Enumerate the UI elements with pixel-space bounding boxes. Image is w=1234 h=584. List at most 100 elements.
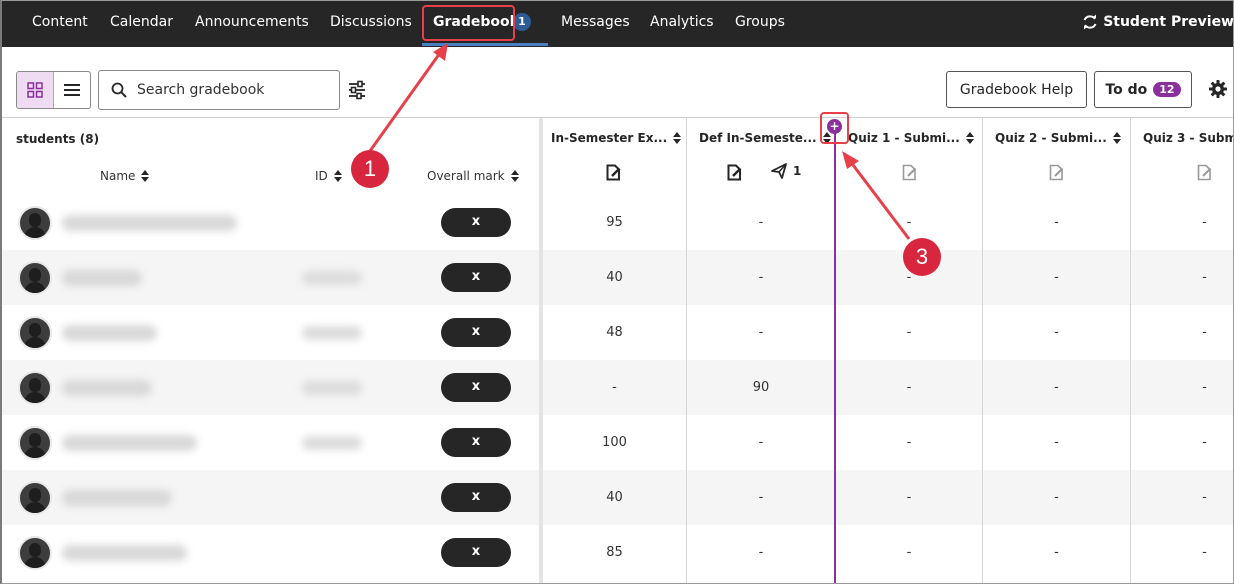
grade-cell[interactable]: 40 (543, 470, 686, 525)
grade-cell[interactable]: - (983, 250, 1130, 305)
callout-step-1: 1 (351, 150, 389, 188)
overall-mark-pill[interactable]: x (441, 263, 511, 292)
sort-by-overall-header[interactable]: Overall mark (427, 169, 519, 183)
grade-cell[interactable]: 85 (543, 525, 686, 580)
students-count-label: students (8) (16, 132, 100, 146)
grade-cell[interactable]: - (687, 525, 835, 580)
sort-icon (333, 170, 342, 182)
tab-groups[interactable]: Groups (735, 14, 785, 30)
tab-announcements[interactable]: Announcements (195, 14, 309, 30)
posted-grades-indicator[interactable]: 1 (771, 163, 801, 179)
sort-by-name-header[interactable]: Name (100, 169, 150, 183)
overall-mark-pill[interactable]: x (441, 428, 511, 457)
table-row[interactable]: x 85 - - - - (2, 525, 1233, 580)
redacted-student-id (302, 381, 362, 395)
grade-cell[interactable]: - (1131, 415, 1233, 470)
grade-cell[interactable]: - (687, 470, 835, 525)
assignment-icon (1197, 164, 1212, 181)
tab-content[interactable]: Content (32, 14, 88, 30)
grade-cell[interactable]: - (1131, 470, 1233, 525)
redacted-student-name (62, 380, 152, 396)
grade-cell[interactable]: - (983, 470, 1130, 525)
tab-discussions[interactable]: Discussions (330, 14, 412, 30)
grade-cell[interactable]: 90 (687, 360, 835, 415)
grade-cell[interactable]: - (836, 415, 982, 470)
sort-icon (141, 170, 150, 182)
grade-cell[interactable]: - (836, 305, 982, 360)
overall-column-label: Overall mark (427, 169, 505, 183)
tab-calendar[interactable]: Calendar (110, 14, 173, 30)
avatar (18, 371, 52, 405)
overall-mark-pill[interactable]: x (441, 318, 511, 347)
grade-cell[interactable]: - (687, 250, 835, 305)
tab-messages[interactable]: Messages (561, 14, 630, 30)
grade-cell[interactable]: 95 (543, 195, 686, 250)
redacted-student-name (62, 490, 172, 506)
refresh-icon (1083, 14, 1097, 30)
redacted-student-id (302, 326, 362, 340)
item-header-5[interactable]: Quiz 3 - Submi... (1143, 131, 1234, 145)
item-title: Quiz 1 - Submi... (848, 131, 960, 145)
grade-cell[interactable]: - (1131, 195, 1233, 250)
item-header-4[interactable]: Quiz 2 - Submi... (995, 131, 1121, 145)
table-row[interactable]: x 100 - - - - (2, 415, 1233, 470)
table-row[interactable]: x 40 - - - - (2, 470, 1233, 525)
filter-sliders-icon[interactable] (348, 80, 366, 100)
grade-cell[interactable]: - (983, 415, 1130, 470)
grade-cell[interactable]: - (836, 360, 982, 415)
table-row[interactable]: x 95 - - - - (2, 195, 1233, 250)
search-input[interactable] (137, 82, 327, 98)
grid-icon (27, 82, 43, 98)
grade-cell[interactable]: - (983, 305, 1130, 360)
item-title: In-Semester Ex... (551, 131, 668, 145)
grade-cell[interactable]: - (983, 195, 1130, 250)
list-view-button[interactable] (54, 72, 91, 108)
list-icon (63, 84, 80, 96)
grade-cell[interactable]: - (1131, 250, 1233, 305)
gradebook-help-button[interactable]: Gradebook Help (946, 71, 1087, 108)
gear-icon[interactable] (1209, 80, 1227, 98)
overall-mark-pill[interactable]: x (441, 208, 511, 237)
grade-cell[interactable]: - (836, 470, 982, 525)
tab-analytics[interactable]: Analytics (650, 14, 714, 30)
table-row[interactable]: x 40 - - - - (2, 250, 1233, 305)
item-header-1[interactable]: In-Semester Ex... (551, 131, 682, 145)
grade-cell[interactable]: - (687, 415, 835, 470)
sort-icon (673, 132, 682, 144)
avatar (18, 316, 52, 350)
grade-cell[interactable]: - (1131, 305, 1233, 360)
assignment-icon (1049, 164, 1064, 181)
grade-cell[interactable]: 100 (543, 415, 686, 470)
item-header-2[interactable]: Def In-Semeste... (699, 131, 831, 145)
grade-cell[interactable]: 40 (543, 250, 686, 305)
column-divider (982, 118, 983, 583)
name-column-label: Name (100, 169, 136, 183)
grade-cell[interactable]: 48 (543, 305, 686, 360)
todo-button[interactable]: To do 12 (1094, 71, 1192, 108)
assignment-icon (606, 164, 621, 181)
grid-view-button[interactable] (17, 72, 54, 108)
table-row[interactable]: x 48 - - - - (2, 305, 1233, 360)
overall-mark-pill[interactable]: x (441, 373, 511, 402)
grade-cell[interactable]: - (1131, 525, 1233, 580)
table-row[interactable]: x - 90 - - - (2, 360, 1233, 415)
sort-by-id-header[interactable]: ID (315, 169, 342, 183)
overall-mark-pill[interactable]: x (441, 538, 511, 567)
item-header-3[interactable]: Quiz 1 - Submi... (848, 131, 974, 145)
item-title: Quiz 3 - Submi... (1143, 131, 1234, 145)
grade-cell[interactable]: - (687, 305, 835, 360)
grade-cell[interactable]: - (836, 525, 982, 580)
grade-cell[interactable]: - (687, 195, 835, 250)
grade-cell[interactable]: - (983, 360, 1130, 415)
todo-count-badge: 12 (1153, 82, 1181, 97)
grade-cell[interactable]: - (543, 360, 686, 415)
avatar (18, 261, 52, 295)
grade-cell[interactable]: - (983, 525, 1130, 580)
overall-mark-pill[interactable]: x (441, 483, 511, 512)
grade-cell[interactable]: - (1131, 360, 1233, 415)
column-divider (1130, 118, 1131, 583)
search-icon (111, 82, 127, 98)
todo-label: To do (1105, 81, 1148, 98)
gradebook-grid: students (8) Name ID Overall mark In-Sem… (2, 117, 1234, 583)
student-preview-button[interactable]: Student Preview (1082, 14, 1233, 30)
